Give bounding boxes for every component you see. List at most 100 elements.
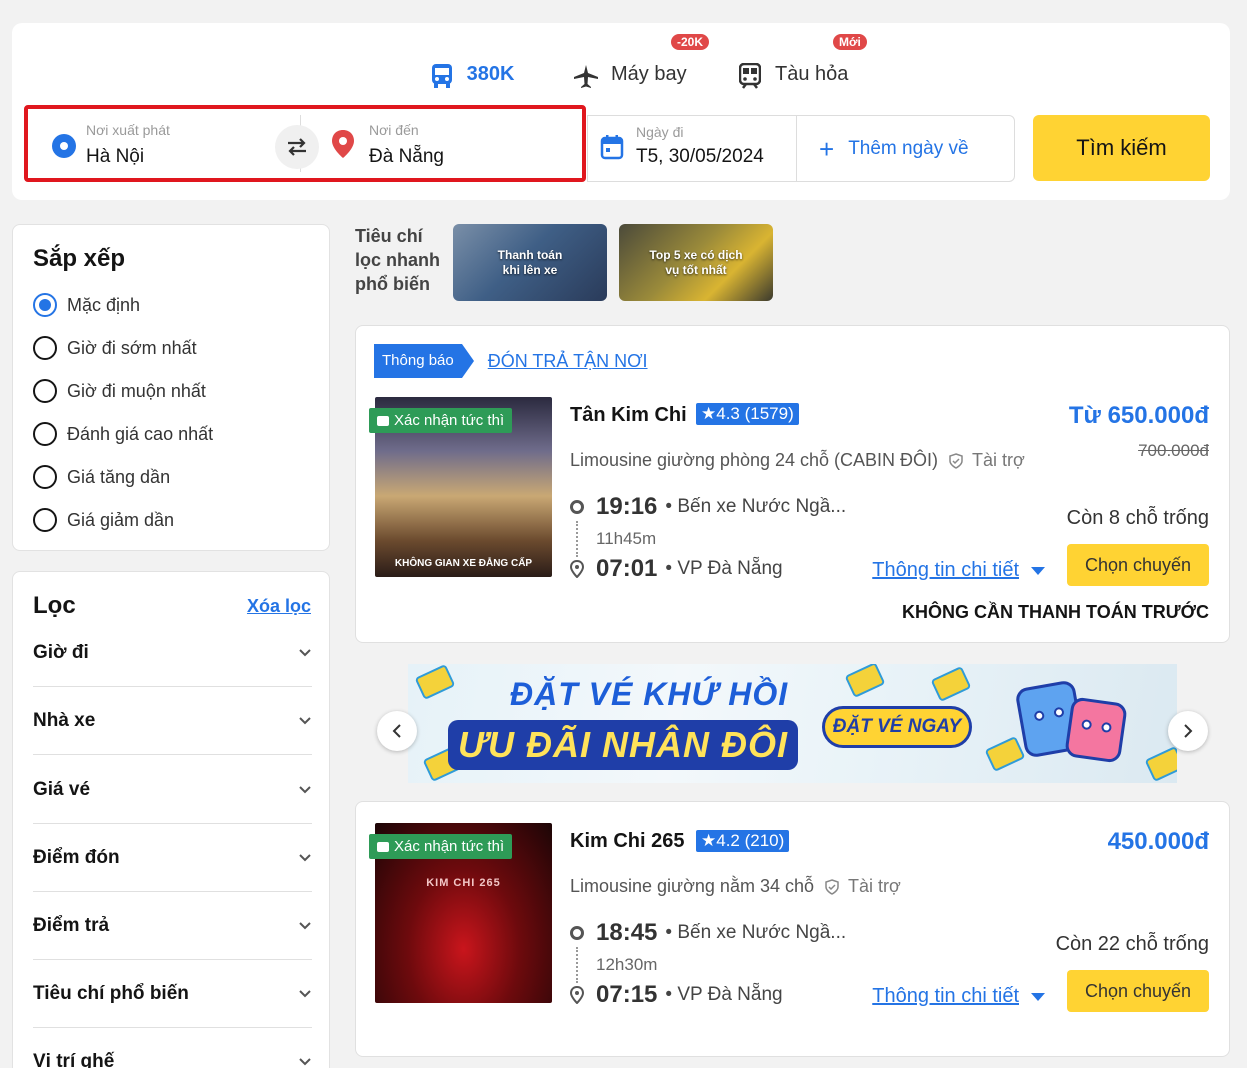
- details-label: Thông tin chi tiết: [872, 985, 1019, 1007]
- destination-value: Đà Nẵng: [369, 146, 444, 167]
- tab-flight[interactable]: Máy bay -20K: [573, 34, 719, 118]
- coupon-icon: [414, 664, 456, 701]
- arrival-place-label: VP Đà Nẵng: [677, 984, 783, 1005]
- radio-checked-icon: [33, 293, 57, 317]
- airplane-icon: [573, 63, 599, 89]
- search-button[interactable]: Tìm kiếm: [1033, 115, 1210, 181]
- flight-discount-badge: -20K: [671, 34, 710, 50]
- coupon-icon: [930, 665, 972, 703]
- origin-label: Nơi xuất phát: [86, 122, 170, 138]
- radio-icon: [33, 422, 57, 446]
- trip-details-link[interactable]: Thông tin chi tiết: [872, 985, 1045, 1008]
- add-return-date-label: Thêm ngày về: [848, 137, 969, 159]
- chevron-down-icon: [299, 785, 311, 793]
- sort-option-latest[interactable]: Giờ đi muộn nhất: [33, 379, 206, 403]
- clear-filter-link[interactable]: Xóa lọc: [247, 596, 311, 617]
- train-icon: [737, 63, 763, 89]
- quick-filter-pay-on-board[interactable]: Thanh toán khi lên xe: [453, 224, 607, 301]
- operator-name: Kim Chi 265: [570, 830, 685, 852]
- filter-price[interactable]: Giá vé: [33, 756, 312, 824]
- add-return-date-button[interactable]: + Thêm ngày về: [797, 116, 1014, 181]
- notice-tag: Thông báo: [374, 344, 474, 378]
- depart-date-label: Ngày đi: [636, 124, 684, 140]
- operator-name: Tân Kim Chi: [570, 404, 687, 426]
- choose-trip-button[interactable]: Chọn chuyến: [1067, 544, 1209, 586]
- notice-link[interactable]: ĐÓN TRẢ TẬN NƠI: [488, 351, 648, 372]
- date-selector: Ngày đi T5, 30/05/2024 + Thêm ngày về: [587, 115, 1015, 182]
- image-caption: KHÔNG GIAN XE ĐẲNG CẤP: [394, 558, 533, 569]
- destination-field[interactable]: Nơi đến Đà Nẵng: [301, 115, 574, 172]
- arrival-place: • VP Đà Nẵng: [665, 558, 783, 579]
- chevron-down-icon: [299, 1057, 311, 1065]
- chevron-left-icon: [392, 724, 401, 738]
- star-icon: ★: [701, 404, 717, 423]
- sort-option-label: Đánh giá cao nhất: [67, 423, 214, 444]
- search-panel: 380K Máy bay -20K Tàu hỏa Mới Nơi xuất p…: [12, 23, 1230, 200]
- filter-panel: Lọc Xóa lọc Giờ đi Nhà xe Giá vé Điểm đó…: [12, 571, 330, 1068]
- filter-seat-position[interactable]: Vị trí ghế: [33, 1028, 312, 1068]
- departure-time: 19:16: [596, 493, 658, 520]
- quick-filter-top5[interactable]: Top 5 xe có dịch vụ tốt nhất: [619, 224, 773, 301]
- depart-date-field[interactable]: Ngày đi T5, 30/05/2024: [588, 116, 797, 181]
- tab-train[interactable]: Tàu hỏa Mới: [737, 34, 867, 118]
- filter-label: Điểm trả: [33, 914, 110, 936]
- sponsor-label: Tài trợ: [848, 876, 901, 896]
- coupon-icon: [984, 735, 1026, 773]
- trip-card: Thông báo ĐÓN TRẢ TẬN NƠI KHÔNG GIAN XE …: [355, 325, 1230, 643]
- banner-next-button[interactable]: [1168, 711, 1208, 751]
- sort-panel: Sắp xếp Mặc định Giờ đi sớm nhất Giờ đi …: [12, 224, 330, 551]
- location-pin-icon: [331, 129, 355, 164]
- calendar-icon: [600, 134, 624, 165]
- trip-price: Từ 650.000đ: [1068, 402, 1209, 429]
- trip-details-link[interactable]: Thông tin chi tiết: [872, 559, 1045, 582]
- filter-label: Điểm đón: [33, 846, 120, 868]
- chevron-down-icon: [299, 716, 311, 724]
- sort-option-earliest[interactable]: Giờ đi sớm nhất: [33, 336, 197, 360]
- caret-down-icon: [1031, 566, 1045, 575]
- instant-confirm-badge: Xác nhận tức thì: [369, 834, 513, 859]
- origin-field[interactable]: Nơi xuất phát Hà Nội: [36, 115, 301, 172]
- sponsor-label: Tài trợ: [972, 450, 1025, 470]
- shield-icon: [825, 878, 839, 895]
- bus-type-label: Limousine giường nằm 34 chỗ: [570, 876, 814, 896]
- filter-pickup[interactable]: Điểm đón: [33, 824, 312, 892]
- instant-confirm-badge: Xác nhận tức thì: [369, 408, 513, 433]
- shield-icon: [949, 452, 963, 469]
- filter-label: Tiêu chí phổ biến: [33, 982, 189, 1004]
- sort-option-rating[interactable]: Đánh giá cao nhất: [33, 422, 213, 446]
- radio-icon: [33, 379, 57, 403]
- sort-option-label: Mặc định: [67, 294, 141, 315]
- quick-filter-label: Thanh toán khi lên xe: [497, 247, 563, 277]
- ticket-icon: [377, 841, 389, 852]
- bus-type-label: Limousine giường phòng 24 chỗ (CABIN ĐÔI…: [570, 450, 939, 470]
- arrival-time: 07:01: [596, 555, 658, 582]
- departure-time: 18:45: [596, 919, 658, 946]
- ticket-icon: [377, 415, 389, 426]
- no-prepayment-note: KHÔNG CẦN THANH TOÁN TRƯỚC: [902, 602, 1209, 622]
- filter-departure-time[interactable]: Giờ đi: [33, 619, 312, 687]
- departure-place-label: Bến xe Nước Ngầ...: [677, 496, 847, 517]
- sort-option-price-asc[interactable]: Giá tăng dần: [33, 465, 170, 489]
- filter-label: Giá vé: [33, 778, 91, 800]
- departure-row: 18:45 • Bến xe Nước Ngầ...: [570, 919, 846, 947]
- filter-operator[interactable]: Nhà xe: [33, 687, 312, 755]
- promo-banner[interactable]: ĐẶT VÉ KHỨ HỒI ƯU ĐÃI NHÂN ĐÔI ĐẶT VÉ NG…: [408, 664, 1177, 783]
- departure-place: • Bến xe Nước Ngầ...: [665, 496, 847, 517]
- rating-badge: ★4.2 (210): [696, 830, 790, 852]
- quick-filter-label: Top 5 xe có dịch vụ tốt nhất: [649, 247, 743, 277]
- sort-option-label: Giờ đi muộn nhất: [67, 380, 206, 401]
- chevron-down-icon: [299, 989, 311, 997]
- banner-book-now-button[interactable]: ĐẶT VÉ NGAY: [822, 706, 972, 748]
- trip-notice: Thông báo ĐÓN TRẢ TẬN NƠI: [374, 344, 648, 378]
- swap-route-button[interactable]: [275, 125, 319, 169]
- filter-dropoff[interactable]: Điểm trả: [33, 892, 312, 960]
- sort-option-default[interactable]: Mặc định: [33, 293, 140, 317]
- banner-prev-button[interactable]: [377, 711, 417, 751]
- departure-circle-icon: [570, 500, 584, 514]
- choose-trip-button[interactable]: Chọn chuyến: [1067, 970, 1209, 1012]
- sort-option-price-desc[interactable]: Giá giảm dần: [33, 508, 174, 532]
- arrival-place-label: VP Đà Nẵng: [677, 558, 783, 579]
- filter-title: Lọc: [33, 592, 76, 619]
- filter-popular-criteria[interactable]: Tiêu chí phổ biến: [33, 960, 312, 1028]
- filter-label: Nhà xe: [33, 709, 96, 731]
